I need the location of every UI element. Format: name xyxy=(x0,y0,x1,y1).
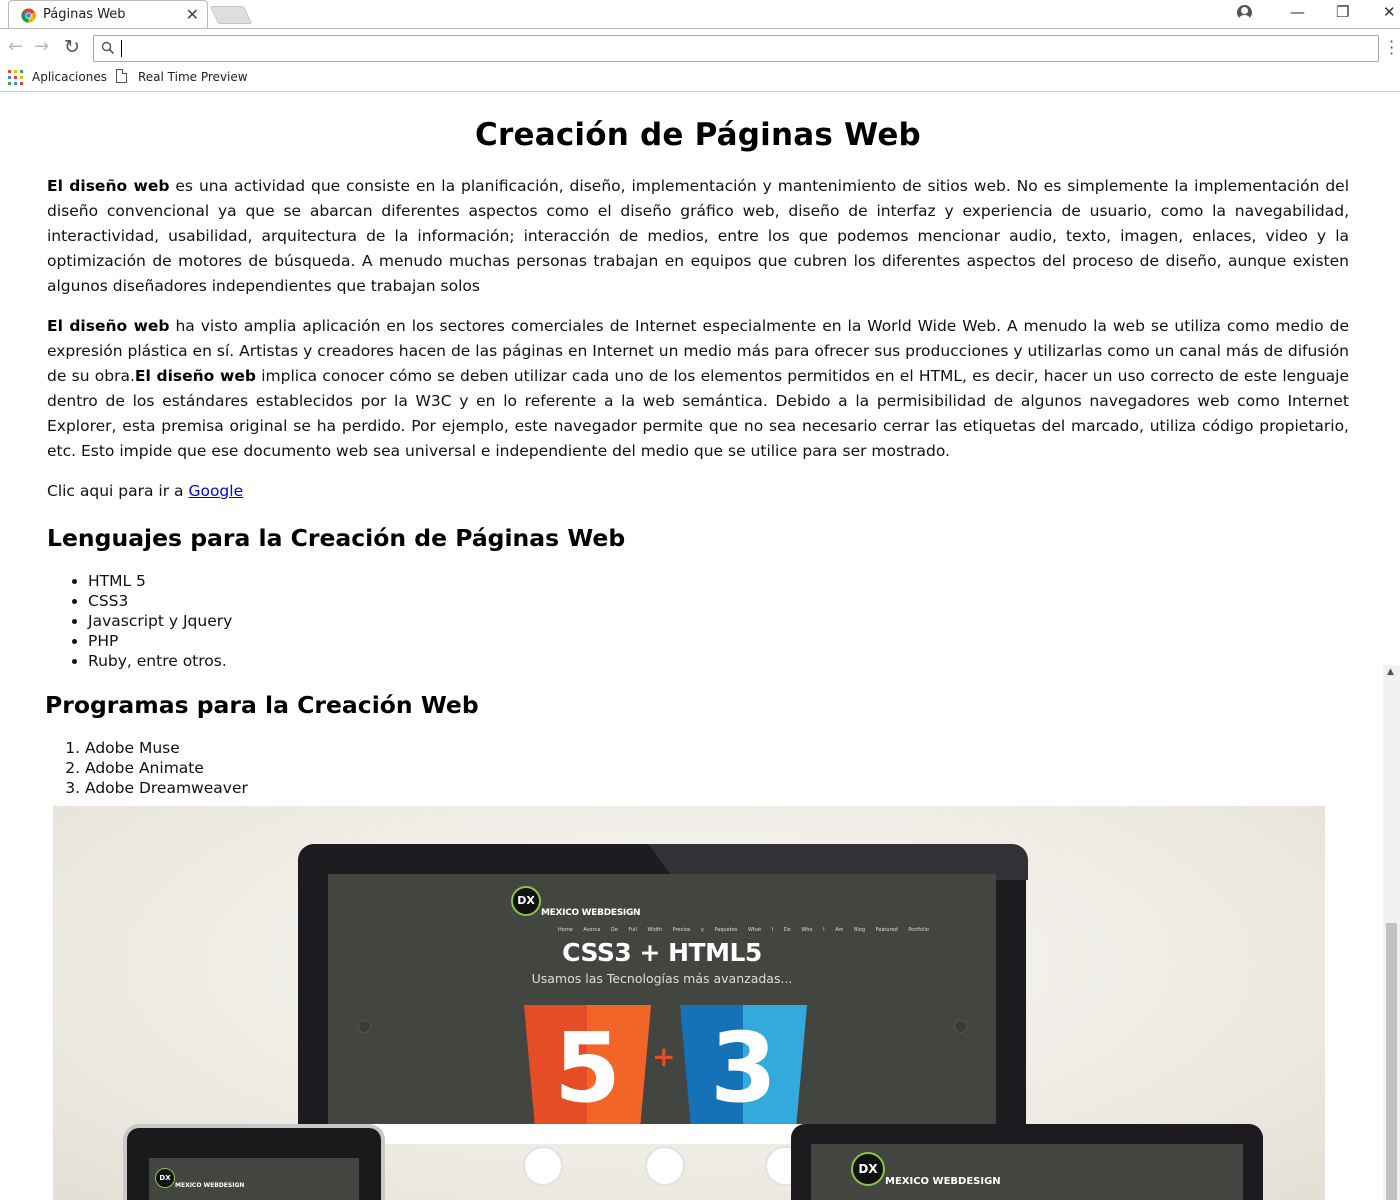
tab-title: Páginas Web xyxy=(43,7,126,22)
languages-heading: Lenguajes para la Creación de Páginas We… xyxy=(47,524,626,552)
laptop-mockup: DX MEXICO WEBDESIGN Home Acerca De Full … xyxy=(298,844,1028,1144)
list-item: Ruby, entre otros. xyxy=(88,651,1349,671)
list-item: Adobe Muse xyxy=(85,738,1349,758)
list-item: PHP xyxy=(88,631,1349,651)
search-icon xyxy=(101,41,115,55)
dx-logo-icon: DX xyxy=(511,886,541,916)
slider-next-icon xyxy=(954,1020,967,1033)
list-item: HTML 5 xyxy=(88,571,1349,591)
page-icon xyxy=(116,69,127,83)
bookmark-real-time-preview[interactable]: Real Time Preview xyxy=(138,70,248,84)
html5-logo-icon: 5 xyxy=(524,1005,651,1133)
screen-nav: Home Acerca De Full Width Precios y Paqu… xyxy=(558,927,929,933)
link-prefix: Clic aqui para ir a xyxy=(47,482,189,500)
close-window-button[interactable]: ✕ xyxy=(1383,3,1396,21)
text-caret xyxy=(121,40,122,57)
screen-headline: CSS3 + HTML5 xyxy=(562,938,762,967)
screen-subline: Usamos las Tecnologías más avanzadas... xyxy=(531,971,793,986)
list-item: Javascript y Jquery xyxy=(88,611,1349,631)
tab-bar: Páginas Web ✕ — ❐ ✕ xyxy=(0,0,1400,28)
minimize-button[interactable]: — xyxy=(1290,3,1305,21)
languages-list: HTML 5 CSS3 Javascript y Jquery PHP Ruby… xyxy=(88,571,1349,671)
new-tab-button[interactable] xyxy=(209,6,253,24)
tablet-mockup: DX MEXICO WEBDESIGN xyxy=(123,1124,385,1200)
programs-heading: Programas para la Creación Web xyxy=(45,691,479,719)
bookmark-aplicaciones[interactable]: Aplicaciones xyxy=(32,70,107,84)
page-title: Creación de Páginas Web xyxy=(475,117,921,153)
paragraph-text: es una actividad que consiste en la plan… xyxy=(47,177,1350,295)
bold-text: El diseño web xyxy=(47,317,170,335)
dx-logo-icon: DX xyxy=(155,1168,175,1188)
feature-circle xyxy=(645,1146,685,1186)
menu-icon[interactable]: · · · xyxy=(1389,34,1394,62)
bold-text: El diseño web xyxy=(47,177,170,195)
apps-grid-icon[interactable] xyxy=(8,70,23,85)
tab-close-icon[interactable]: ✕ xyxy=(186,5,199,24)
back-arrow-icon[interactable]: ← xyxy=(8,37,23,57)
html5-number: 5 xyxy=(554,1012,621,1124)
forward-arrow-icon[interactable]: → xyxy=(34,37,49,57)
scroll-thumb[interactable] xyxy=(1386,923,1397,1200)
laptop-mockup-small: DX MEXICO WEBDESIGN xyxy=(791,1124,1263,1200)
dx-logo-icon: DX xyxy=(851,1152,885,1186)
browser-toolbar: ← → ↻ · · · xyxy=(0,28,1400,66)
bookmarks-bar: Aplicaciones Real Time Preview xyxy=(0,66,1400,92)
brand-name: MEXICO WEBDESIGN xyxy=(175,1182,245,1189)
responsive-devices-image: DX MEXICO WEBDESIGN Home Acerca De Full … xyxy=(53,806,1325,1200)
feature-circle xyxy=(523,1146,563,1186)
google-link-line: Clic aqui para ir a Google xyxy=(47,479,1349,504)
paragraph-2: El diseño web ha visto amplia aplicación… xyxy=(47,314,1349,464)
page-content: Creación de Páginas Web El diseño web es… xyxy=(45,93,1349,798)
reload-icon[interactable]: ↻ xyxy=(64,37,80,57)
list-item: Adobe Animate xyxy=(85,758,1349,778)
css3-logo-icon: 3 xyxy=(680,1005,807,1133)
slider-prev-icon xyxy=(358,1020,371,1033)
brand-name: MEXICO WEBDESIGN xyxy=(885,1176,1001,1187)
list-item: Adobe Dreamweaver xyxy=(85,778,1349,798)
scroll-up-arrow-icon[interactable]: ▲ xyxy=(1387,667,1394,677)
css3-number: 3 xyxy=(710,1012,777,1124)
laptop-small-screen: DX MEXICO WEBDESIGN xyxy=(811,1144,1243,1200)
bold-text: El diseño web xyxy=(134,367,256,385)
chrome-logo-icon xyxy=(21,8,36,23)
restore-button[interactable]: ❐ xyxy=(1336,3,1349,21)
browser-tab[interactable]: Páginas Web ✕ xyxy=(8,0,208,28)
page-scrollbar[interactable]: ▲ xyxy=(1383,665,1400,1200)
profile-icon[interactable] xyxy=(1237,5,1252,20)
paragraph-1: El diseño web es una actividad que consi… xyxy=(47,174,1349,299)
google-link[interactable]: Google xyxy=(188,482,243,500)
programs-list: Adobe Muse Adobe Animate Adobe Dreamweav… xyxy=(85,738,1349,798)
brand-name: MEXICO WEBDESIGN xyxy=(541,908,641,918)
tablet-screen: DX MEXICO WEBDESIGN xyxy=(149,1158,359,1200)
plus-sign: + xyxy=(652,1040,676,1073)
address-bar[interactable] xyxy=(93,35,1379,62)
list-item: CSS3 xyxy=(88,591,1349,611)
laptop-screen: DX MEXICO WEBDESIGN Home Acerca De Full … xyxy=(328,874,996,1133)
address-input[interactable] xyxy=(120,39,1360,58)
